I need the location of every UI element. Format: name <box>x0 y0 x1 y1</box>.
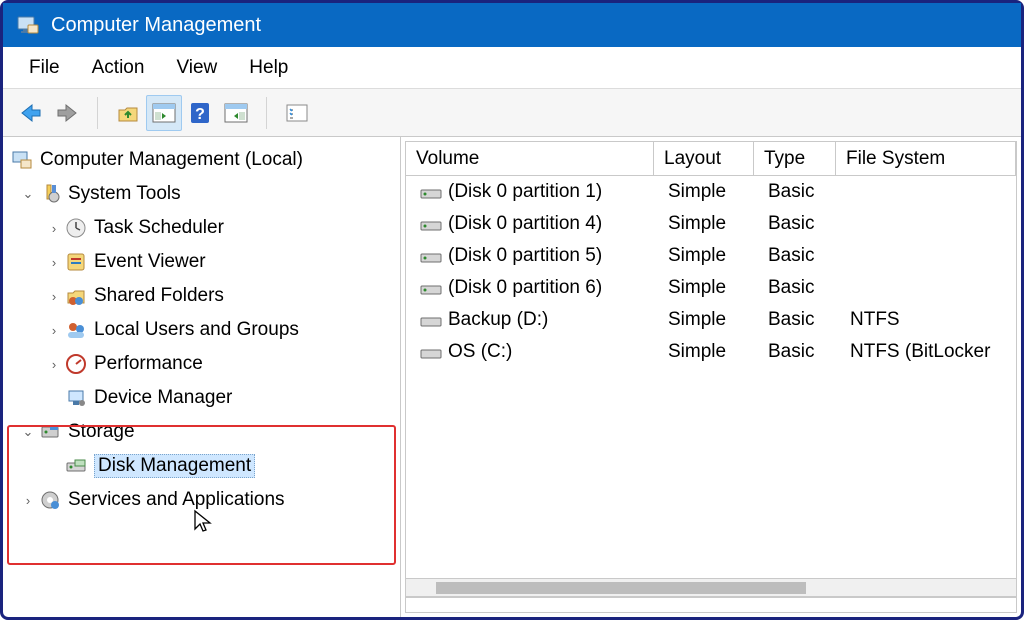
volume-icon <box>420 281 442 295</box>
volume-row[interactable]: OS (C:) Simple Basic NTFS (BitLocker <box>406 336 1016 368</box>
column-filesystem[interactable]: File System <box>836 142 1016 175</box>
tree-root[interactable]: Computer Management (Local) <box>5 143 398 177</box>
main-area: Computer Management (Local) ⌄ System Too… <box>3 137 1021 617</box>
tree-services-apps[interactable]: › Services and Applications <box>5 483 398 517</box>
tree-task-scheduler[interactable]: › Task Scheduler <box>5 211 398 245</box>
menu-view[interactable]: View <box>160 53 233 83</box>
performance-icon <box>63 351 89 377</box>
chevron-right-icon[interactable]: › <box>45 289 63 304</box>
volume-row[interactable]: Backup (D:) Simple Basic NTFS <box>406 304 1016 336</box>
tree-label: Storage <box>68 421 135 443</box>
scrollbar-thumb[interactable] <box>436 582 806 594</box>
computer-management-icon <box>15 12 41 38</box>
menu-action[interactable]: Action <box>76 53 161 83</box>
storage-icon <box>37 419 63 445</box>
volume-row[interactable]: (Disk 0 partition 5) Simple Basic <box>406 240 1016 272</box>
menu-file[interactable]: File <box>13 53 76 83</box>
device-manager-icon <box>63 385 89 411</box>
volume-row[interactable]: (Disk 0 partition 4) Simple Basic <box>406 208 1016 240</box>
chevron-right-icon[interactable]: › <box>45 357 63 372</box>
volume-list-header: Volume Layout Type File System <box>406 142 1016 176</box>
chevron-right-icon[interactable]: › <box>45 221 63 236</box>
show-hide-tree-button[interactable] <box>146 95 182 131</box>
tree-shared-folders[interactable]: › Shared Folders <box>5 279 398 313</box>
tree-label: Shared Folders <box>94 285 224 307</box>
help-button[interactable]: ? <box>182 95 218 131</box>
tree-label: Task Scheduler <box>94 217 224 239</box>
tree-local-users[interactable]: › Local Users and Groups <box>5 313 398 347</box>
column-type[interactable]: Type <box>754 142 836 175</box>
up-folder-button[interactable] <box>110 95 146 131</box>
forward-button[interactable] <box>49 95 85 131</box>
tree-panel: Computer Management (Local) ⌄ System Too… <box>3 137 401 617</box>
svg-text:?: ? <box>195 106 205 123</box>
chevron-down-icon[interactable]: ⌄ <box>19 186 37 202</box>
tree-system-tools[interactable]: ⌄ System Tools <box>5 177 398 211</box>
column-volume[interactable]: Volume <box>406 142 654 175</box>
menu-help[interactable]: Help <box>233 53 304 83</box>
show-hide-action-pane-button[interactable] <box>218 95 254 131</box>
menu-bar: File Action View Help <box>3 47 1021 89</box>
users-icon <box>63 317 89 343</box>
volume-row[interactable]: (Disk 0 partition 6) Simple Basic <box>406 272 1016 304</box>
tree-label: Services and Applications <box>68 489 285 511</box>
clock-icon <box>63 215 89 241</box>
volume-icon <box>420 313 442 327</box>
tree-event-viewer[interactable]: › Event Viewer <box>5 245 398 279</box>
title-bar: Computer Management <box>3 3 1021 47</box>
volume-list-panel: Volume Layout Type File System (Disk 0 p… <box>405 141 1017 613</box>
event-viewer-icon <box>63 249 89 275</box>
tree-label: System Tools <box>68 183 181 205</box>
properties-button[interactable] <box>279 95 315 131</box>
tree-device-manager[interactable]: Device Manager <box>5 381 398 415</box>
computer-management-icon <box>9 147 35 173</box>
bottom-pane-divider[interactable] <box>406 596 1016 612</box>
back-button[interactable] <box>13 95 49 131</box>
tree-label: Performance <box>94 353 203 375</box>
disk-management-icon <box>63 453 89 479</box>
chevron-right-icon[interactable]: › <box>45 255 63 270</box>
shared-folders-icon <box>63 283 89 309</box>
volume-list-body: (Disk 0 partition 1) Simple Basic (Disk … <box>406 176 1016 578</box>
tree-storage[interactable]: ⌄ Storage <box>5 415 398 449</box>
tree-performance[interactable]: › Performance <box>5 347 398 381</box>
horizontal-scrollbar[interactable] <box>406 578 1016 596</box>
volume-icon <box>420 345 442 359</box>
tree-root-label: Computer Management (Local) <box>40 149 303 171</box>
tools-icon <box>37 181 63 207</box>
tree-label: Event Viewer <box>94 251 206 273</box>
tree-label: Disk Management <box>94 454 255 478</box>
volume-icon <box>420 217 442 231</box>
tree-disk-management[interactable]: Disk Management <box>5 449 398 483</box>
volume-row[interactable]: (Disk 0 partition 1) Simple Basic <box>406 176 1016 208</box>
tree-label: Device Manager <box>94 387 232 409</box>
window-title: Computer Management <box>51 14 261 37</box>
column-layout[interactable]: Layout <box>654 142 754 175</box>
toolbar: ? <box>3 89 1021 137</box>
chevron-right-icon[interactable]: › <box>45 323 63 338</box>
volume-icon <box>420 185 442 199</box>
chevron-right-icon[interactable]: › <box>19 493 37 508</box>
chevron-down-icon[interactable]: ⌄ <box>19 424 37 440</box>
tree-label: Local Users and Groups <box>94 319 299 341</box>
volume-icon <box>420 249 442 263</box>
services-icon <box>37 487 63 513</box>
